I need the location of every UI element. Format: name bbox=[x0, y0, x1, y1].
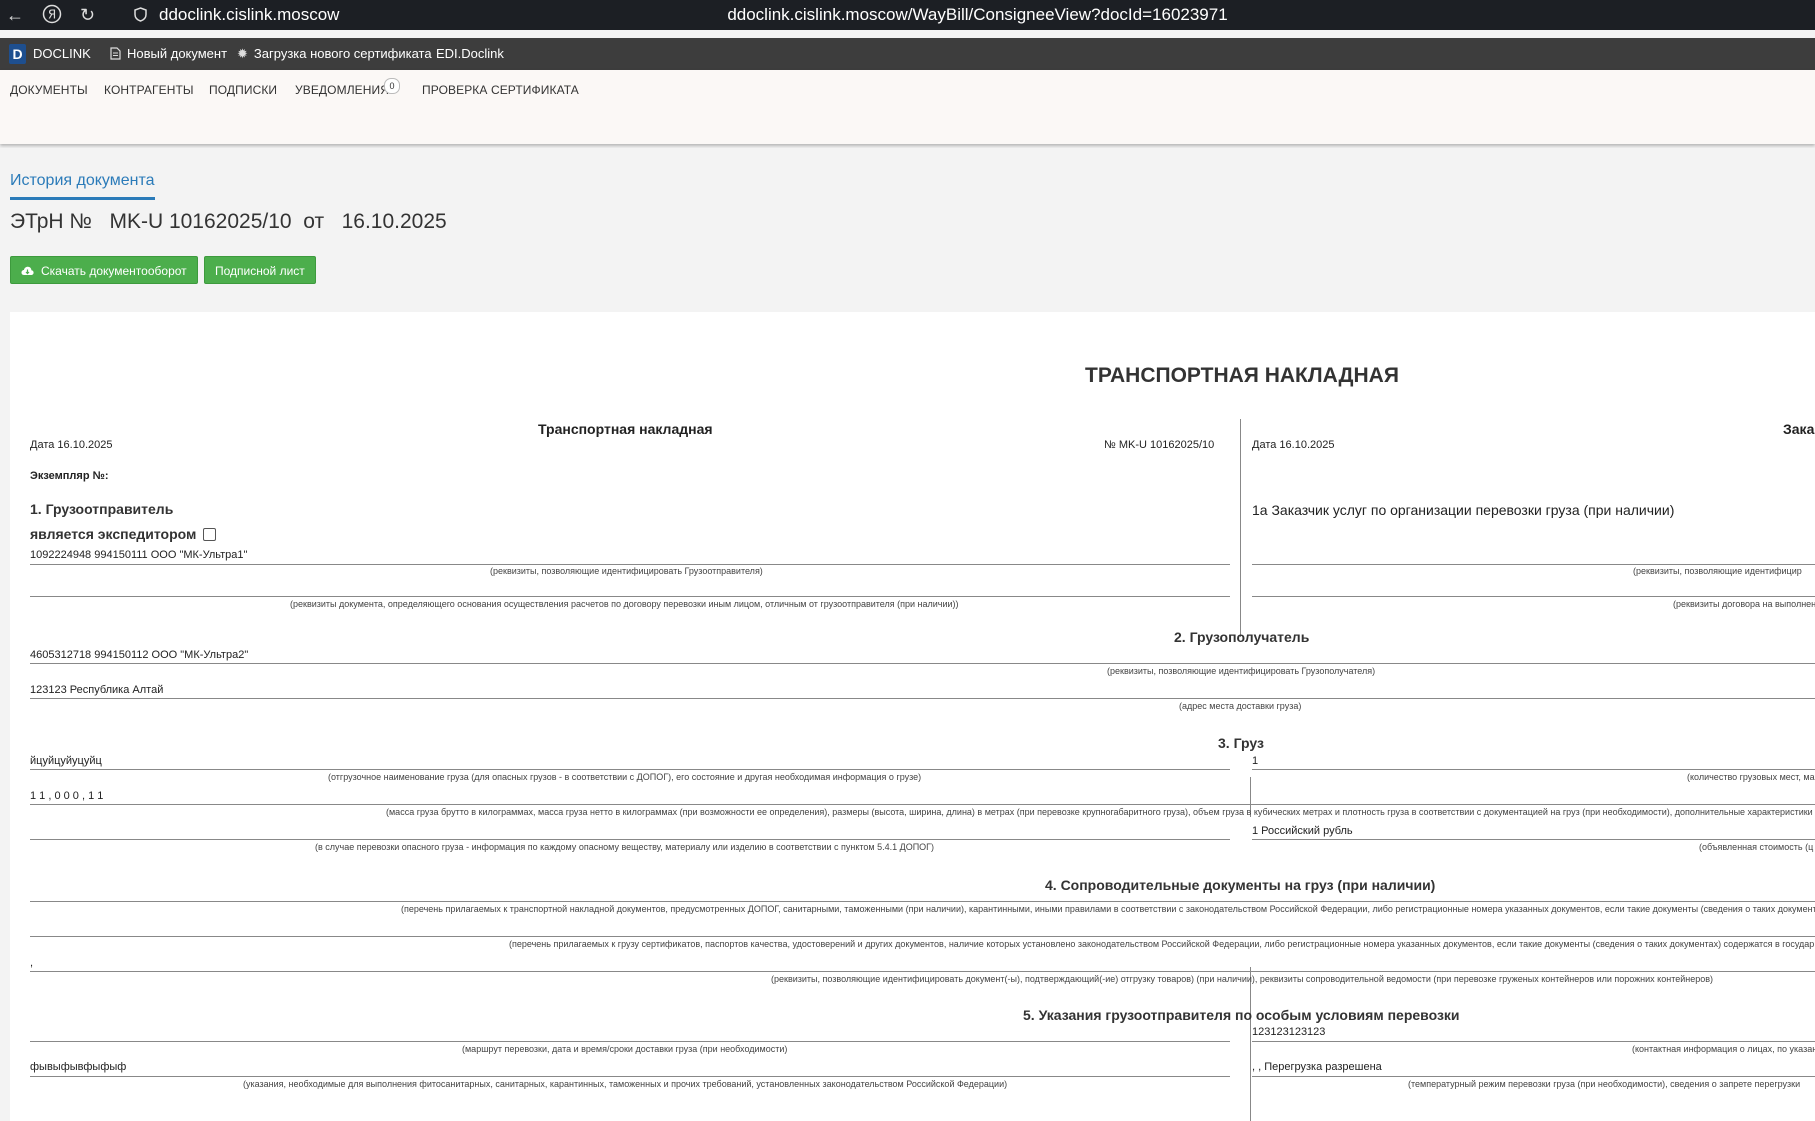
consignee-caption: (реквизиты, позволяющие идентифицировать… bbox=[1107, 666, 1376, 676]
contact-info-caption: (контактная информация о лицах, по указа… bbox=[1632, 1044, 1815, 1054]
section-2-title: 2. Грузополучатель bbox=[1174, 629, 1310, 645]
shipment-docs-value: , bbox=[30, 957, 34, 969]
underline bbox=[30, 936, 1815, 937]
copy-number-label: Экземпляр №: bbox=[30, 470, 109, 482]
underline bbox=[30, 839, 1230, 840]
column-divider bbox=[1250, 967, 1251, 1121]
waybill-title: ТРАНСПОРТНАЯ НАКЛАДНАЯ bbox=[1085, 364, 1399, 387]
underline bbox=[30, 971, 1815, 972]
app-bar: D DOCLINK Новый документ ✹ Загрузка новог… bbox=[0, 38, 1815, 70]
date-left: Дата 16.10.2025 bbox=[30, 439, 113, 451]
notifications-count-badge: 0 bbox=[384, 78, 400, 94]
dangerous-cargo-caption: (в случае перевозки опасного груза - инф… bbox=[315, 842, 935, 852]
address-full-url[interactable]: ddoclink.cislink.moscow/WayBill/Consigne… bbox=[0, 5, 1815, 25]
section-1-title: 1. Грузоотправитель bbox=[30, 501, 174, 517]
declared-value: 1 Российский рубль bbox=[1252, 825, 1353, 837]
shipper-value: 1092224948 994150111 ООО "МК-Ультра1" bbox=[30, 549, 248, 561]
page-title: ЭТрН № MK-U 10162025/10 от 16.10.2025 bbox=[10, 210, 447, 233]
new-document-label: Новый документ bbox=[127, 46, 228, 61]
underline bbox=[30, 698, 1815, 699]
shipment-docs-caption: (реквизиты, позволяющие идентифицировать… bbox=[771, 974, 1714, 984]
new-document-link[interactable]: Новый документ bbox=[110, 38, 227, 70]
cargo-mass-caption: (масса груза брутто в килограммах, масса… bbox=[386, 807, 1815, 817]
section-4-title: 4. Сопроводительные документы на груз (п… bbox=[1045, 877, 1436, 893]
underline bbox=[30, 1041, 1230, 1042]
signature-sheet-button[interactable]: Подписной лист bbox=[204, 256, 316, 284]
consignee-value: 4605312718 994150112 ООО "МК-Ультра2" bbox=[30, 649, 249, 661]
waybill-number: № MK-U 10162025/10 bbox=[1104, 439, 1215, 451]
gear-icon: ✹ bbox=[237, 46, 248, 61]
edi-link[interactable]: EDI.Doclink bbox=[436, 38, 504, 70]
underline bbox=[30, 564, 1230, 565]
underline bbox=[1252, 769, 1815, 770]
underline bbox=[30, 804, 1815, 805]
underline bbox=[30, 901, 1815, 902]
underline bbox=[30, 663, 1815, 664]
doclink-logo[interactable]: D bbox=[9, 44, 26, 64]
column-divider bbox=[1240, 419, 1241, 637]
contract-caption: (реквизиты договора на выполнен bbox=[1673, 599, 1815, 609]
section-5-title: 5. Указания грузоотправителя по особым у… bbox=[1023, 1007, 1460, 1023]
underline bbox=[1252, 1041, 1815, 1042]
declared-value-caption: (объявленная стоимость (ц bbox=[1699, 842, 1814, 852]
page-content: История документа ЭТрН № MK-U 10162025/1… bbox=[0, 148, 1815, 1121]
right-header-partial: Зака bbox=[1783, 421, 1815, 437]
download-workflow-label: Скачать документооборот bbox=[41, 264, 187, 278]
customer-caption: (реквизиты, позволяющие идентифицир bbox=[1633, 566, 1802, 576]
menu-signatures[interactable]: ПОДПИСКИ bbox=[209, 83, 277, 97]
documents-list-caption: (перечень прилагаемых к транспортной нак… bbox=[401, 904, 1815, 914]
brand-link[interactable]: DOCLINK bbox=[33, 38, 91, 70]
temperature-caption: (температурный режим перевозки груза (пр… bbox=[1408, 1079, 1801, 1089]
certificates-caption: (перечень прилагаемых к грузу сертификат… bbox=[509, 939, 1815, 949]
upload-certificate-label: Загрузка нового сертификата bbox=[253, 46, 432, 61]
delivery-address-caption: (адрес места доставки груза) bbox=[1179, 701, 1302, 711]
forwarder-checkbox[interactable] bbox=[203, 528, 216, 541]
waybill-sheet: ТРАНСПОРТНАЯ НАКЛАДНАЯ Транспортная накл… bbox=[10, 312, 1815, 1121]
underline bbox=[30, 769, 1230, 770]
document-icon bbox=[110, 38, 121, 70]
cargo-name-caption: (отгрузочное наименование груза (для опа… bbox=[328, 772, 922, 782]
section-3-title: 3. Груз bbox=[1218, 735, 1264, 751]
menu-counterparties[interactable]: КОНТРАГЕНТЫ bbox=[104, 83, 194, 97]
menu-certificate-check[interactable]: ПРОВЕРКА СЕРТИФИКАТА bbox=[422, 83, 579, 97]
underline bbox=[1252, 1076, 1815, 1077]
left-header: Транспортная накладная bbox=[538, 421, 713, 437]
underline bbox=[1252, 564, 1815, 565]
browser-bar: ← Я ↻ ddoclink.cislink.moscow ddoclink.c… bbox=[0, 0, 1815, 30]
cargo-mass-value: 1 1 , 0 0 0 , 1 1 bbox=[30, 790, 104, 802]
settlement-caption: (реквизиты документа, определяющего осно… bbox=[290, 599, 959, 609]
underline bbox=[30, 596, 1230, 597]
underline bbox=[1252, 839, 1815, 840]
temperature-value: , , Перегрузка разрешена bbox=[1252, 1061, 1382, 1073]
tab-document-history[interactable]: История документа bbox=[10, 172, 155, 200]
contact-info-value: 123123123123 bbox=[1252, 1026, 1326, 1038]
shipper-caption: (реквизиты, позволяющие идентифицировать… bbox=[490, 566, 763, 576]
instructions-value: фывыфывфыфыф bbox=[30, 1061, 127, 1073]
top-menu: ДОКУМЕНТЫ КОНТРАГЕНТЫ ПОДПИСКИ УВЕДОМЛЕН… bbox=[0, 70, 1815, 144]
cargo-qty-value: 1 bbox=[1252, 755, 1259, 767]
underline bbox=[30, 1076, 1230, 1077]
route-caption: (маршрут перевозки, дата и время/сроки д… bbox=[462, 1044, 788, 1054]
cargo-name-value: йцуйцуйуцуйц bbox=[30, 755, 102, 767]
underline bbox=[1252, 596, 1815, 597]
download-workflow-button[interactable]: Скачать документооборот bbox=[10, 256, 198, 284]
menu-notifications[interactable]: УВЕДОМЛЕНИЯ bbox=[295, 83, 389, 97]
forwarder-label: является экспедитором bbox=[30, 526, 197, 542]
date-right: Дата 16.10.2025 bbox=[1252, 439, 1335, 451]
instructions-caption: (указания, необходимые для выполнения фи… bbox=[243, 1079, 1008, 1089]
menu-documents[interactable]: ДОКУМЕНТЫ bbox=[10, 83, 88, 97]
cargo-qty-caption: (количество грузовых мест, ма bbox=[1687, 772, 1815, 782]
cloud-download-icon bbox=[21, 257, 34, 285]
section-1a-title: 1а Заказчик услуг по организации перевоз… bbox=[1252, 502, 1675, 518]
delivery-address-value: 123123 Республика Алтай bbox=[30, 684, 164, 696]
upload-certificate-link[interactable]: ✹ Загрузка нового сертификата bbox=[237, 38, 432, 70]
